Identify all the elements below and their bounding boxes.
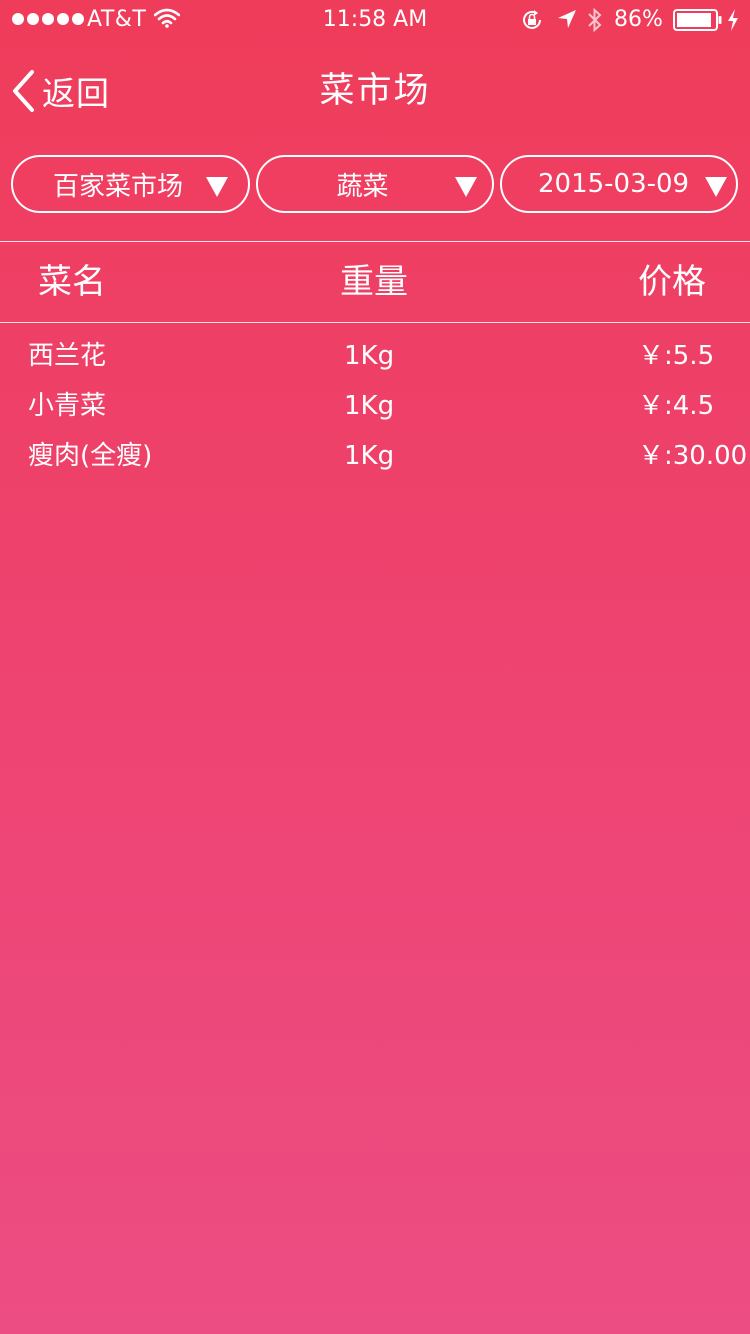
bluetooth-icon: [586, 6, 604, 40]
date-dropdown-label: 2015-03-09: [538, 169, 690, 199]
category-dropdown[interactable]: 蔬菜: [256, 155, 494, 213]
charging-icon: [726, 8, 740, 38]
date-dropdown[interactable]: 2015-03-09: [500, 155, 738, 213]
page-title: 菜市场: [319, 71, 431, 111]
item-weight: 1Kg: [344, 391, 395, 421]
item-price: ￥:4.5: [638, 391, 715, 421]
item-name: 瘦肉(全瘦): [28, 441, 153, 471]
column-header-name: 菜名: [38, 262, 106, 302]
dropdown-arrow-icon: [206, 177, 228, 197]
item-weight: 1Kg: [344, 341, 395, 371]
item-price: ￥:5.5: [638, 341, 715, 371]
dropdown-arrow-icon: [705, 177, 727, 197]
table-row[interactable]: 瘦肉(全瘦) 1Kg ￥:30.00: [0, 432, 750, 482]
orientation-lock-icon: [520, 8, 544, 38]
market-dropdown[interactable]: 百家菜市场: [11, 155, 250, 213]
dropdown-arrow-icon: [455, 177, 477, 197]
item-name: 西兰花: [28, 341, 107, 371]
table-header: 菜名 重量 价格: [0, 242, 750, 322]
price-list: 西兰花 1Kg ￥:5.5 小青菜 1Kg ￥:4.5 瘦肉(全瘦) 1Kg ￥…: [0, 332, 750, 482]
column-header-price: 价格: [638, 262, 706, 302]
column-header-weight: 重量: [340, 262, 408, 302]
status-bar: AT&T 11:58 AM 86%: [0, 0, 750, 40]
item-price: ￥:30.00: [638, 441, 748, 471]
location-icon: [556, 8, 578, 36]
navigation-bar: 返回 菜市场: [0, 40, 750, 140]
battery-percentage: 86%: [614, 7, 663, 32]
table-row[interactable]: 小青菜 1Kg ￥:4.5: [0, 382, 750, 432]
item-name: 小青菜: [28, 391, 107, 421]
header-bottom-divider: [0, 322, 750, 323]
table-row[interactable]: 西兰花 1Kg ￥:5.5: [0, 332, 750, 382]
battery-icon: [673, 9, 723, 37]
item-weight: 1Kg: [344, 441, 395, 471]
